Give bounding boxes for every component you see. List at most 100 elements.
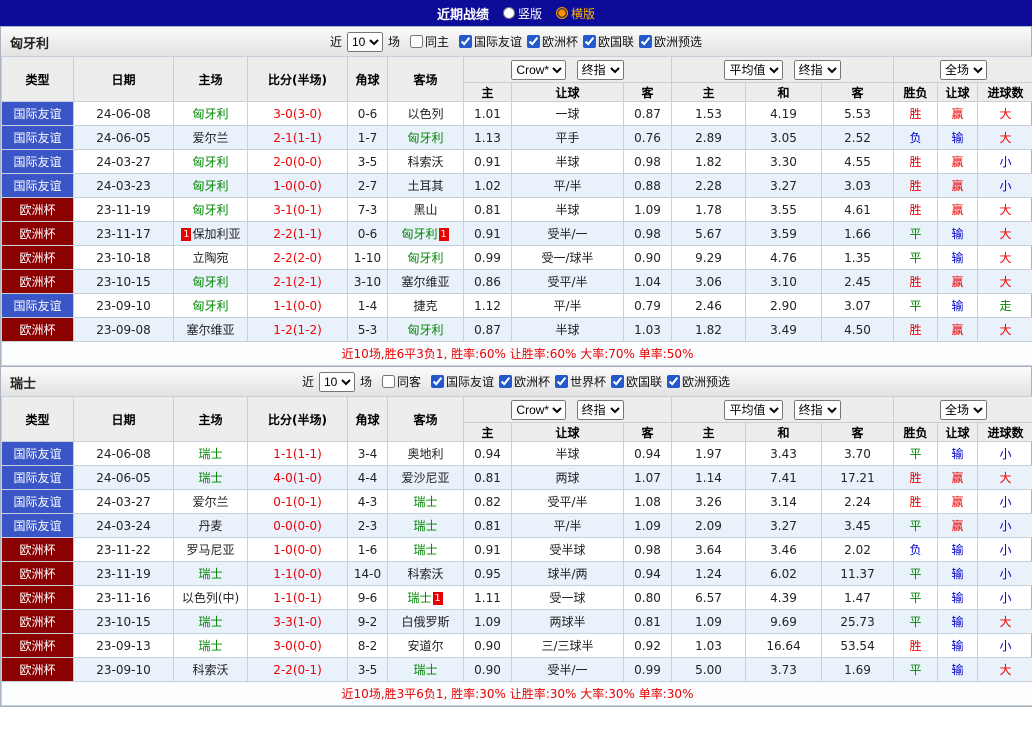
score-cell[interactable]: 1-2(1-2) [247,317,348,342]
team-link[interactable]: 爱尔兰 [192,131,228,145]
asia-odds-time-select[interactable]: 终指 [576,59,624,80]
competition-filter[interactable]: 欧洲杯 [499,373,550,390]
team-link[interactable]: 立陶宛 [192,251,228,265]
team-link[interactable]: 匈牙利 [401,227,437,241]
same-venue-filter[interactable]: 同主 [409,33,449,50]
team-link[interactable]: 匈牙利 [407,323,443,337]
score-cell[interactable]: 0-0(0-0) [247,513,348,538]
score-cell[interactable]: 2-1(2-1) [247,269,348,294]
team-link[interactable]: 罗马尼亚 [186,543,234,557]
euro-odds-time-select[interactable]: 终指 [793,59,841,80]
euro-odds-time-select[interactable]: 终指 [793,399,841,420]
home-team-cell[interactable]: 丹麦 [173,513,248,538]
competition-checkbox[interactable] [667,374,681,388]
score-cell[interactable]: 2-1(1-1) [247,125,348,150]
same-venue-checkbox[interactable] [381,375,395,388]
competition-checkbox[interactable] [430,374,444,388]
score-cell[interactable]: 1-1(0-0) [247,293,348,318]
team-link[interactable]: 塞尔维亚 [401,275,449,289]
away-team-cell[interactable]: 匈牙利 [387,125,464,150]
team-link[interactable]: 以色列 [407,107,443,121]
away-team-cell[interactable]: 以色列 [387,101,464,126]
home-team-cell[interactable]: 瑞士 [173,609,248,634]
layout-horizontal-option[interactable]: 横版 [556,5,595,22]
away-team-cell[interactable]: 科索沃 [387,561,464,586]
team-link[interactable]: 爱沙尼亚 [401,471,449,485]
team-link[interactable]: 保加利亚 [192,227,240,241]
competition-checkbox[interactable] [527,34,540,48]
home-team-cell[interactable]: 爱尔兰 [173,489,248,514]
score-cell[interactable]: 1-1(0-1) [247,585,348,610]
competition-filter[interactable]: 欧洲杯 [527,33,578,50]
home-team-cell[interactable]: 瑞士 [173,465,248,490]
competition-checkbox[interactable] [611,374,625,388]
team-link[interactable]: 以色列(中) [182,591,239,605]
score-cell[interactable]: 4-0(1-0) [247,465,348,490]
score-cell[interactable]: 3-0(3-0) [247,101,348,126]
team-link[interactable]: 瑞士 [407,591,431,605]
competition-filter[interactable]: 国际友谊 [458,33,522,50]
home-team-cell[interactable]: 爱尔兰 [173,125,248,150]
home-team-cell[interactable]: 瑞士 [173,633,248,658]
recent-count-select[interactable]: 10 [346,31,383,52]
home-team-cell[interactable]: 科索沃 [173,657,248,682]
away-team-cell[interactable]: 科索沃 [387,149,464,174]
asia-odds-time-select[interactable]: 终指 [576,399,624,420]
team-link[interactable]: 科索沃 [407,155,443,169]
score-cell[interactable]: 2-2(0-1) [247,657,348,682]
team-link[interactable]: 奥地利 [407,447,443,461]
team-link[interactable]: 匈牙利 [192,179,228,193]
home-team-cell[interactable]: 1 保加利亚 [173,221,248,246]
same-venue-filter[interactable]: 同客 [381,373,421,390]
away-team-cell[interactable]: 瑞士 [387,513,464,538]
layout-vertical-option[interactable]: 竖版 [502,5,542,22]
score-cell[interactable]: 2-2(1-1) [247,221,348,246]
team-link[interactable]: 塞尔维亚 [186,323,234,337]
team-link[interactable]: 爱尔兰 [192,495,228,509]
away-team-cell[interactable]: 奥地利 [387,441,464,466]
match-scope-select[interactable]: 全场 [940,399,988,420]
away-team-cell[interactable]: 匈牙利 1 [387,221,464,246]
home-team-cell[interactable]: 罗马尼亚 [173,537,248,562]
team-link[interactable]: 瑞士 [198,639,222,653]
home-team-cell[interactable]: 匈牙利 [173,149,248,174]
team-link[interactable]: 匈牙利 [192,299,228,313]
home-team-cell[interactable]: 匈牙利 [173,269,248,294]
away-team-cell[interactable]: 捷克 [387,293,464,318]
home-team-cell[interactable]: 匈牙利 [173,173,248,198]
team-link[interactable]: 瑞士 [198,615,222,629]
score-cell[interactable]: 1-0(0-0) [247,173,348,198]
away-team-cell[interactable]: 土耳其 [387,173,464,198]
competition-filter[interactable]: 欧国联 [583,33,634,50]
score-cell[interactable]: 3-0(0-0) [247,633,348,658]
competition-checkbox[interactable] [499,374,512,388]
competition-filter[interactable]: 欧国联 [611,373,662,390]
team-link[interactable]: 土耳其 [407,179,443,193]
team-link[interactable]: 匈牙利 [192,155,228,169]
score-cell[interactable]: 0-1(0-1) [247,489,348,514]
competition-checkbox[interactable] [583,34,597,48]
team-link[interactable]: 匈牙利 [192,203,228,217]
home-team-cell[interactable]: 匈牙利 [173,293,248,318]
score-cell[interactable]: 3-1(0-1) [247,197,348,222]
team-link[interactable]: 瑞士 [198,471,222,485]
competition-filter[interactable]: 世界杯 [555,373,606,390]
away-team-cell[interactable]: 安道尔 [387,633,464,658]
score-cell[interactable]: 3-3(1-0) [247,609,348,634]
home-team-cell[interactable]: 以色列(中) [173,585,248,610]
same-venue-checkbox[interactable] [409,35,423,48]
competition-checkbox[interactable] [458,34,472,48]
recent-count-select[interactable]: 10 [318,371,355,392]
away-team-cell[interactable]: 黑山 [387,197,464,222]
away-team-cell[interactable]: 匈牙利 [387,245,464,270]
vertical-layout-radio[interactable] [502,7,515,19]
away-team-cell[interactable]: 爱沙尼亚 [387,465,464,490]
score-cell[interactable]: 2-2(2-0) [247,245,348,270]
match-scope-select[interactable]: 全场 [940,59,988,80]
team-link[interactable]: 捷克 [413,299,437,313]
home-team-cell[interactable]: 匈牙利 [173,197,248,222]
team-link[interactable]: 科索沃 [192,663,228,677]
team-link[interactable]: 丹麦 [198,519,222,533]
away-team-cell[interactable]: 瑞士 [387,657,464,682]
bookmaker-select[interactable]: Crow* [511,399,567,420]
